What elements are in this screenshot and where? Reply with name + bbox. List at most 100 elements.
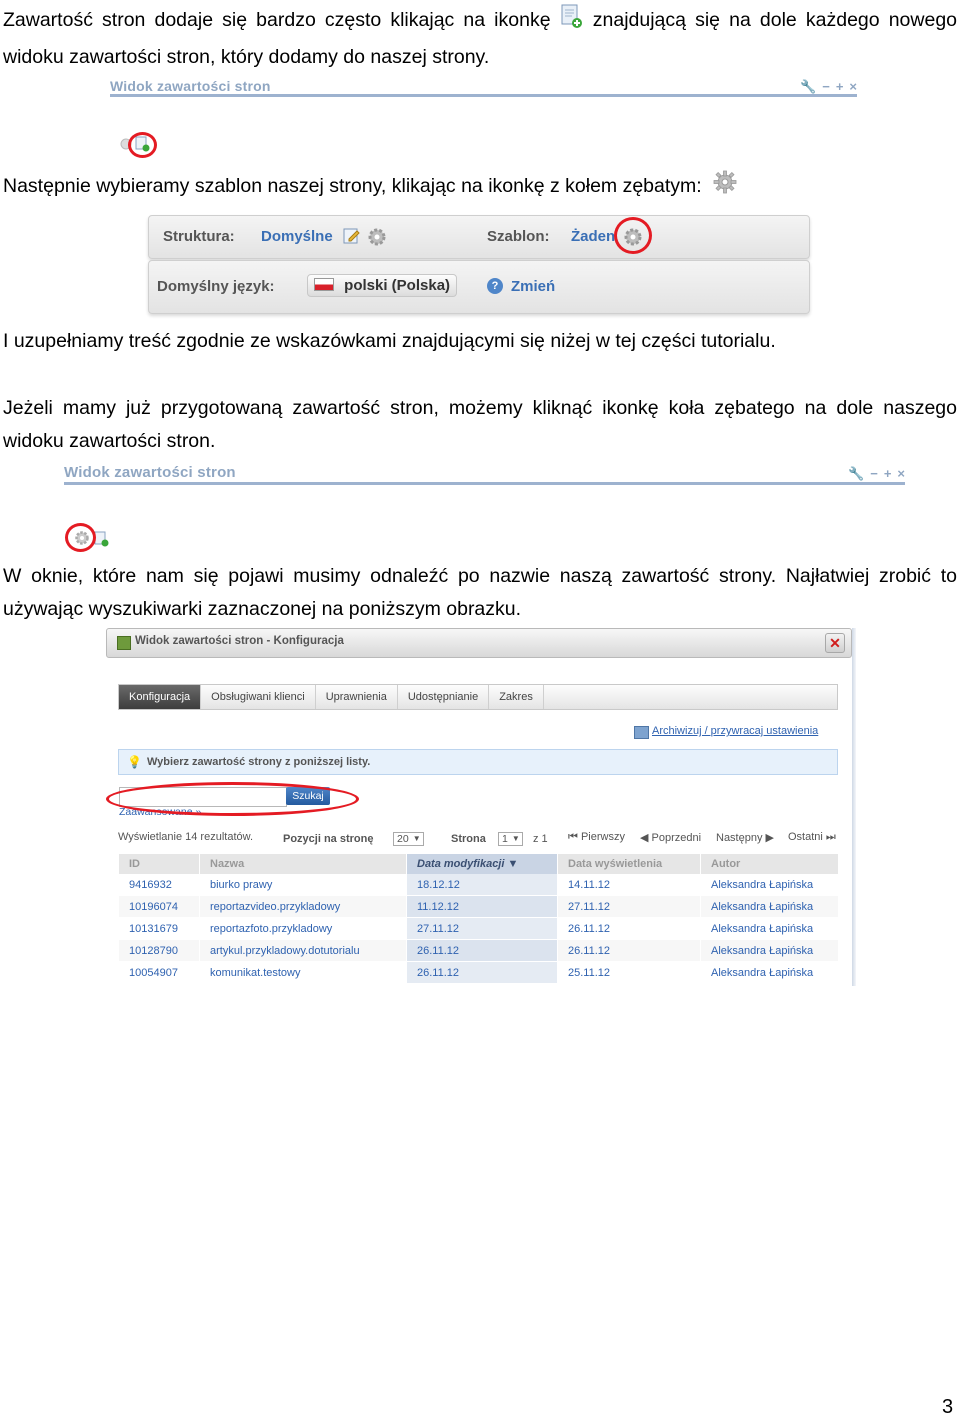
cell-author[interactable]: Aleksandra Łapińska [700, 961, 838, 984]
next-label: Następny [716, 832, 763, 844]
minimize-icon[interactable]: − [822, 79, 830, 94]
cell-author[interactable]: Aleksandra Łapińska [700, 874, 838, 896]
paragraph-fill-content: I uzupełniamy treść zgodnie ze wskazówka… [3, 325, 957, 358]
page-select[interactable]: 1 [498, 832, 523, 846]
cell-id[interactable]: 10054907 [118, 961, 200, 984]
maximize-icon[interactable]: + [884, 466, 892, 481]
column-modified[interactable]: Data modyfikacji ▼ [406, 854, 558, 874]
dialog-edge [852, 628, 856, 986]
table-row[interactable]: 10128790 artykul.przykladowy.dotutorialu 2… [118, 939, 838, 962]
maximize-icon[interactable]: + [836, 79, 844, 94]
widget-title: Widok zawartości stron [110, 78, 271, 94]
page-label: Strona [451, 833, 486, 845]
tab-sharing[interactable]: Udostępnianie [398, 685, 490, 709]
archive-link[interactable]: Archiwizuj / przywracaj ustawienia [652, 725, 818, 737]
cell-modified[interactable]: 18.12.12 [406, 874, 558, 896]
lightbulb-icon: 💡 [127, 755, 142, 769]
info-bar: 💡 Wybierz zawartość strony z poniższej l… [118, 749, 838, 775]
cell-display-date[interactable]: 27.11.12 [557, 895, 701, 918]
cell-name[interactable]: reportazvideo.przykladowy [199, 895, 407, 918]
cell-name[interactable]: reportazfoto.przykladowy [199, 917, 407, 940]
last-label: Ostatni [788, 831, 823, 843]
table-row[interactable]: 10131679 reportazfoto.przykladowy 27.11.12… [118, 917, 838, 940]
cell-display-date[interactable]: 14.11.12 [557, 874, 701, 896]
cell-modified[interactable]: 27.11.12 [406, 917, 558, 940]
cell-id[interactable]: 10131679 [118, 917, 200, 940]
cell-display-date[interactable]: 26.11.12 [557, 939, 701, 962]
column-display-date[interactable]: Data wyświetlenia [557, 854, 701, 874]
cell-author[interactable]: Aleksandra Łapińska [700, 917, 838, 940]
archive-icon [634, 726, 649, 739]
highlight-circle [65, 523, 96, 552]
table-row[interactable]: 10054907 komunikat.testowy 26.11.12 25.11.1… [118, 961, 838, 984]
prev-icon: ◀ [640, 832, 649, 844]
sort-desc-icon: ▼ [507, 858, 519, 870]
cell-name[interactable]: biurko prawy [199, 874, 407, 896]
table-row[interactable]: 10196074 reportazvideo.przykladowy 11.12.1… [118, 895, 838, 918]
portlet-icon [117, 636, 131, 650]
template-value[interactable]: Żaden [571, 228, 615, 245]
tab-permissions[interactable]: Uprawnienia [316, 685, 398, 709]
table-row[interactable]: 9416932 biurko prawy 18.12.12 14.11.12 Aleks… [118, 874, 838, 896]
column-id[interactable]: ID [118, 854, 200, 874]
column-author[interactable]: Autor [700, 854, 838, 874]
edit-icon[interactable] [343, 227, 361, 249]
per-page-select[interactable]: 20 [393, 832, 424, 846]
template-label: Szablon: [487, 228, 550, 245]
next-page-link[interactable]: Następny ▶ [716, 831, 774, 844]
first-page-link[interactable]: ⏮ Pierwszy [568, 831, 625, 844]
cell-author[interactable]: Aleksandra Łapińska [700, 895, 838, 918]
close-icon[interactable]: × [849, 79, 857, 94]
cell-name[interactable]: artykul.przykladowy.dotutorialu [199, 939, 407, 962]
gear-icon[interactable] [367, 227, 387, 251]
language-label: Domyślny język: [157, 278, 275, 295]
widget-title: Widok zawartości stron [64, 464, 236, 481]
next-icon: ▶ [765, 832, 775, 844]
cell-id[interactable]: 10128790 [118, 939, 200, 962]
prev-page-link[interactable]: ◀ Poprzedni [640, 831, 701, 844]
structure-value[interactable]: Domyślne [261, 228, 333, 245]
wrench-icon[interactable]: 🔧 [848, 466, 864, 481]
language-panel: Domyślny język: polski (Polska) ? Zmień [148, 260, 810, 314]
language-value: polski (Polska) [344, 277, 451, 294]
cell-id[interactable]: 9416932 [118, 874, 200, 896]
highlight-circle [614, 217, 652, 254]
tab-scope[interactable]: Zakres [489, 685, 544, 709]
tab-configuration[interactable]: Konfiguracja [119, 685, 202, 709]
tab-supported-clients[interactable]: Obsługiwani klienci [201, 685, 316, 709]
close-button[interactable]: ✕ [825, 633, 845, 653]
cell-author[interactable]: Aleksandra Łapińska [700, 939, 838, 962]
cell-display-date[interactable]: 25.11.12 [557, 961, 701, 984]
change-link[interactable]: Zmień [511, 278, 555, 295]
minimize-icon[interactable]: − [870, 466, 878, 481]
language-button[interactable]: polski (Polska) [307, 274, 458, 297]
info-text: Wybierz zawartość strony z poniższej lis… [147, 756, 371, 768]
paragraph-click-gear: Jeżeli mamy już przygotowaną zawartość s… [3, 392, 957, 458]
p3-text: I uzupełniamy treść zgodnie ze wskazówka… [3, 330, 776, 352]
cell-display-date[interactable]: 26.11.12 [557, 917, 701, 940]
last-page-link[interactable]: Ostatni ⏭ [788, 831, 836, 844]
first-label: Pierwszy [580, 831, 625, 843]
wrench-icon[interactable]: 🔧 [800, 79, 816, 94]
cell-modified[interactable]: 26.11.12 [406, 939, 558, 962]
last-page-icon: ⏭ [825, 831, 836, 843]
widget-controls: 🔧 − + × [794, 79, 857, 95]
cell-modified[interactable]: 11.12.12 [406, 895, 558, 918]
widget-divider [110, 94, 857, 97]
page-number: 3 [942, 1396, 954, 1418]
first-page-icon: ⏮ [568, 831, 578, 843]
p5-text: W oknie, które nam się pojawi musimy odn… [3, 565, 957, 620]
highlight-circle [128, 132, 157, 158]
close-icon[interactable]: × [897, 466, 905, 481]
widget-divider [64, 482, 905, 485]
cell-name[interactable]: komunikat.testowy [199, 961, 407, 984]
results-table: ID Nazwa Data modyfikacji ▼ Data wyświet… [118, 854, 838, 984]
results-count: Wyświetlanie 14 rezultatów. [118, 831, 254, 843]
cell-id[interactable]: 10196074 [118, 895, 200, 918]
prev-label: Poprzedni [651, 832, 702, 844]
paragraph-add-content: Zawartość stron dodaje się bardzo często… [3, 4, 957, 74]
tab-bar: Konfiguracja Obsługiwani klienci Uprawni… [118, 684, 838, 710]
column-name[interactable]: Nazwa [199, 854, 407, 874]
cell-modified[interactable]: 26.11.12 [406, 961, 558, 984]
column-modified-label: Data modyfikacji [417, 858, 505, 870]
